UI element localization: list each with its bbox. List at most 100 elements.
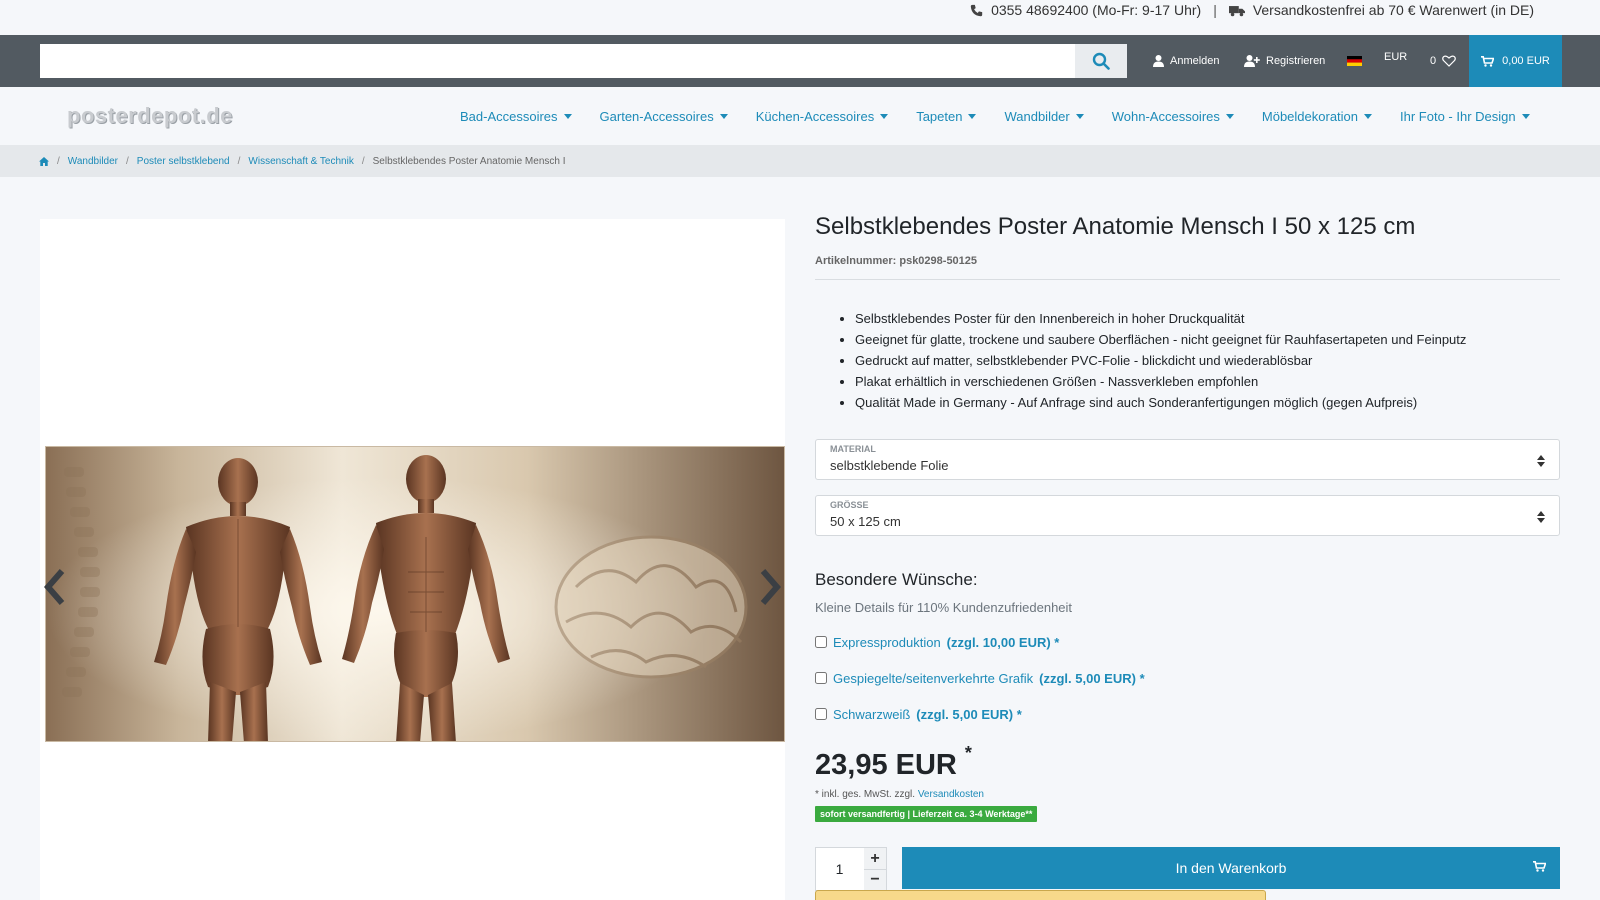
login-link[interactable]: Anmelden — [1153, 35, 1220, 87]
option-price: (zzgl. 5,00 EUR) * — [1039, 670, 1145, 686]
feature-item: Gedruckt auf matter, selbstklebender PVC… — [855, 350, 1560, 371]
product-title: Selbstklebendes Poster Anatomie Mensch I… — [815, 213, 1416, 240]
feature-item: Selbstklebendes Poster für den Innenbere… — [855, 308, 1560, 329]
nav-label: Tapeten — [916, 108, 963, 124]
option-label: Gespiegelte/seitenverkehrte Grafik — [833, 670, 1034, 686]
feature-item: Geeignet für glatte, trockene und sauber… — [855, 329, 1560, 350]
nav-label: Wohn-Accessoires — [1111, 108, 1220, 124]
breadcrumb-item[interactable]: Poster selbstklebend — [137, 156, 230, 167]
shipping-text: Versandkostenfrei ab 70 € Warenwert (in … — [1252, 2, 1534, 18]
material-label: MATERIAL — [830, 444, 876, 454]
wishlist-link[interactable]: 0 — [1430, 35, 1456, 87]
quantity-increase-button[interactable]: + — [864, 848, 886, 869]
product-image[interactable] — [45, 446, 785, 742]
breadcrumb-item[interactable]: Wissenschaft & Technik — [248, 156, 353, 167]
product-sku: Artikelnummer: psk0298-50125 — [815, 255, 1560, 280]
breadcrumb: / Wandbilder / Poster selbstklebend / Wi… — [0, 145, 1600, 177]
language-switch[interactable] — [1347, 35, 1362, 87]
caret-down-icon — [1075, 113, 1084, 119]
contact-info: 0355 48692400 (Mo-Fr: 9-17 Uhr) | Versan… — [970, 2, 1534, 18]
nav-label: Möbeldekoration — [1261, 108, 1359, 124]
product-gallery — [40, 219, 785, 900]
nav-moebeldekoration[interactable]: Möbeldekoration — [1261, 108, 1373, 124]
register-link[interactable]: Registrieren — [1244, 35, 1325, 87]
site-logo[interactable]: posterdepot.de — [67, 103, 233, 129]
feature-item: Qualität Made in Germany - Auf Anfrage s… — [855, 392, 1560, 413]
size-select[interactable]: GRÖSSE 50 x 125 cm — [815, 495, 1560, 536]
nav-label: Küchen-Accessoires — [755, 108, 875, 124]
quantity-decrease-button[interactable]: − — [864, 869, 886, 890]
currency-label: EUR — [1384, 51, 1408, 63]
nav-wandbilder[interactable]: Wandbilder — [1004, 108, 1084, 124]
register-label: Registrieren — [1266, 55, 1326, 67]
special-wishes-subtitle: Kleine Details für 110% Kundenzufriedenh… — [815, 600, 1073, 615]
currency-switch[interactable]: EUR — [1384, 31, 1407, 83]
caret-down-icon — [719, 113, 728, 119]
main-navigation: posterdepot.de Bad-Accessoires Garten-Ac… — [0, 87, 1600, 145]
chevron-right-icon[interactable] — [755, 567, 785, 607]
flag-de-icon — [1347, 56, 1362, 66]
chevron-left-icon[interactable] — [40, 567, 70, 607]
add-to-cart-button[interactable]: In den Warenkorb — [902, 847, 1560, 889]
phone-icon — [970, 4, 983, 16]
search-button[interactable] — [1075, 44, 1127, 78]
option-blackwhite[interactable]: Schwarzweiß (zzgl. 5,00 EUR) * — [815, 705, 1560, 723]
option-checkbox[interactable] — [815, 672, 827, 684]
breadcrumb-separator: / — [237, 155, 241, 167]
user-plus-icon — [1244, 55, 1260, 67]
feature-list: Selbstklebendes Poster für den Innenbere… — [815, 308, 1560, 413]
size-value: 50 x 125 cm — [830, 514, 901, 529]
vat-text: * inkl. ges. MwSt. zzgl. — [815, 789, 916, 800]
nav-label: Ihr Foto - Ihr Design — [1400, 108, 1516, 124]
option-mirrored[interactable]: Gespiegelte/seitenverkehrte Grafik (zzgl… — [815, 669, 1560, 687]
cart-total: 0,00 EUR — [1502, 55, 1550, 67]
nav-wohn-accessoires[interactable]: Wohn-Accessoires — [1112, 109, 1234, 124]
top-info-bar: 0355 48692400 (Mo-Fr: 9-17 Uhr) | Versan… — [0, 0, 1600, 35]
nav-kuechen-accessoires[interactable]: Küchen-Accessoires — [756, 109, 889, 124]
nav-bad-accessoires[interactable]: Bad-Accessoires — [460, 109, 572, 124]
select-sort-icon — [1537, 455, 1545, 467]
heart-icon — [1442, 55, 1456, 67]
option-checkbox[interactable] — [815, 636, 827, 648]
search-icon — [1092, 52, 1110, 70]
breadcrumb-item[interactable]: Wandbilder — [68, 156, 118, 167]
header-cart-button[interactable]: 0,00 EUR — [1469, 35, 1562, 87]
caret-down-icon — [968, 113, 977, 119]
caret-down-icon — [563, 113, 572, 119]
option-express[interactable]: Expressproduktion (zzgl. 10,00 EUR) * — [815, 633, 1560, 651]
search-bar — [40, 44, 1127, 78]
caret-down-icon — [1364, 113, 1373, 119]
nav-tapeten[interactable]: Tapeten — [916, 108, 977, 124]
nav-label: Wandbilder — [1004, 108, 1070, 124]
delivery-badge: sofort versandfertig | Lieferzeit ca. 3-… — [815, 806, 1038, 822]
shipping-cost-link[interactable]: Versandkosten — [918, 789, 984, 800]
anatomy-poster-image — [46, 447, 784, 741]
option-label: Schwarzweiß — [833, 706, 911, 722]
vat-note: * inkl. ges. MwSt. zzgl. Versandkosten — [815, 789, 1560, 800]
nav-ihr-foto[interactable]: Ihr Foto - Ihr Design — [1400, 109, 1530, 124]
search-input[interactable] — [40, 44, 1075, 78]
phone-text: 0355 48692400 (Mo-Fr: 9-17 Uhr) — [991, 2, 1202, 18]
price-row: 23,95 EUR * — [815, 743, 1560, 782]
home-icon[interactable] — [39, 156, 49, 166]
select-sort-icon — [1537, 511, 1545, 523]
nav-label: Garten-Accessoires — [599, 108, 714, 124]
wishlist-count: 0 — [1430, 55, 1437, 67]
nav-garten-accessoires[interactable]: Garten-Accessoires — [600, 109, 728, 124]
material-select[interactable]: MATERIAL selbstklebende Folie — [815, 439, 1560, 480]
breadcrumb-separator: / — [126, 155, 129, 167]
amazon-pay-button[interactable] — [815, 890, 1266, 900]
option-checkbox[interactable] — [815, 708, 827, 720]
breadcrumb-separator: / — [361, 155, 365, 167]
nav-label: Bad-Accessoires — [460, 108, 558, 124]
quantity-stepper: 1 + − — [815, 847, 887, 891]
login-label: Anmelden — [1170, 55, 1220, 67]
add-to-cart-label: In den Warenkorb — [1175, 860, 1287, 876]
size-label: GRÖSSE — [830, 500, 869, 510]
quantity-input[interactable]: 1 — [816, 848, 863, 890]
cart-icon — [1533, 861, 1546, 872]
feature-item: Plakat erhältlich in verschiedenen Größe… — [855, 371, 1560, 392]
cart-icon — [1481, 55, 1495, 67]
buy-row: 1 + − In den Warenkorb — [815, 847, 1560, 891]
option-price: (zzgl. 10,00 EUR) * — [946, 634, 1060, 650]
